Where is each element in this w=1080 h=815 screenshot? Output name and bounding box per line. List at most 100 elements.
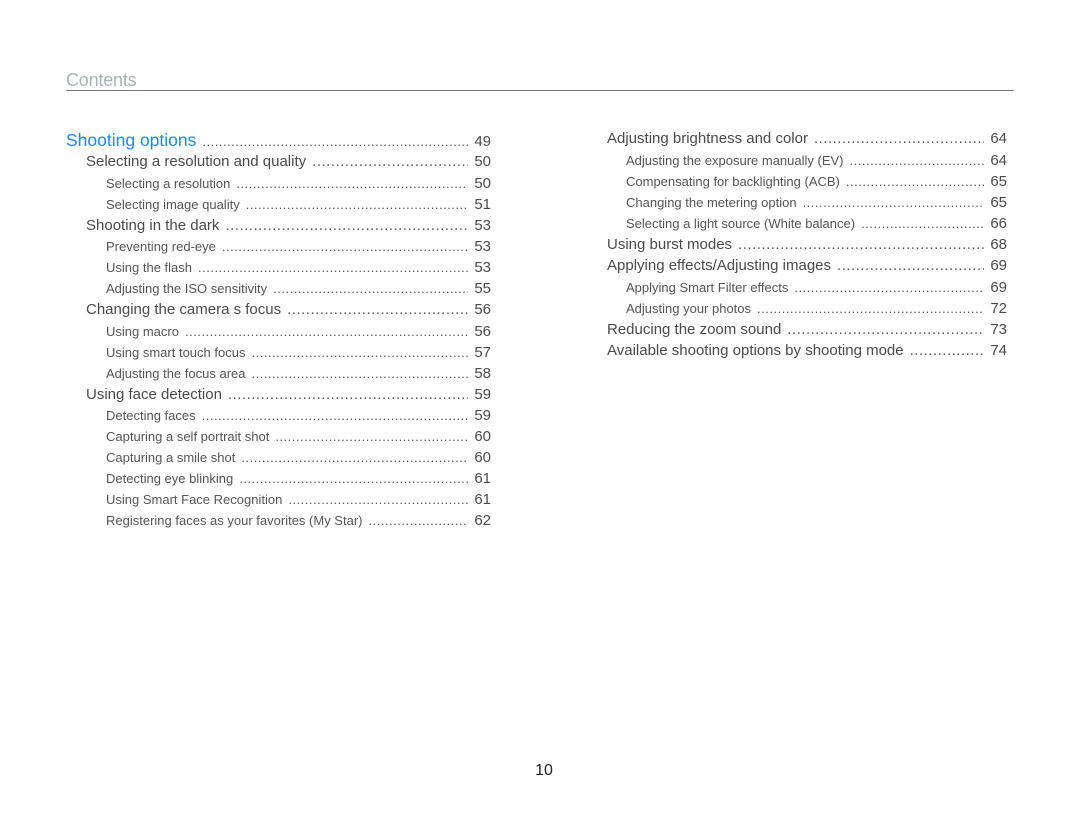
dot-leader: [803, 195, 985, 210]
toc-entry[interactable]: Shooting options 49: [66, 130, 491, 153]
dot-leader: [837, 257, 984, 274]
toc-entry-label: Using macro: [106, 323, 179, 339]
dot-leader: [202, 408, 469, 423]
toc-entry-page: 64: [990, 151, 1007, 169]
toc-entry[interactable]: Compensating for backlighting (ACB) 65: [607, 173, 1007, 194]
toc-entry-page: 72: [990, 299, 1007, 317]
toc-entry-label: Using face detection: [86, 385, 222, 403]
dot-leader: [850, 153, 985, 168]
toc-entry-label: Changing the camera s focus: [86, 301, 282, 318]
toc-entry[interactable]: Adjusting your photos 72: [607, 300, 1007, 321]
toc-entry[interactable]: Selecting image quality 51: [66, 196, 491, 217]
toc-entry-label: Capturing a smile shot: [106, 450, 236, 465]
toc-entry[interactable]: Using macro 56: [66, 323, 491, 344]
dot-leader: [228, 386, 468, 403]
dot-leader: [202, 134, 468, 149]
toc-entry-page: 56: [474, 322, 491, 340]
page-number: 10: [535, 762, 553, 779]
toc-entry[interactable]: Adjusting brightness and color 64: [607, 130, 1007, 152]
toc-entry-label: Selecting a resolution and quality: [86, 153, 307, 170]
toc-entry[interactable]: Applying Smart Filter effects 69: [607, 279, 1007, 300]
toc-entry-page: 49: [474, 133, 491, 150]
title-divider: [66, 90, 1014, 91]
toc-entry-page: 65: [990, 193, 1007, 211]
page-title: Contents: [66, 70, 137, 90]
dot-leader: [794, 280, 984, 295]
toc-entry-label: Adjusting brightness and color: [607, 130, 808, 147]
toc-entry-label: Detecting eye blinking: [106, 471, 234, 486]
dot-leader: [368, 513, 468, 528]
toc-entry-label: Applying Smart Filter effects: [626, 279, 789, 295]
toc-entry-label: Using burst modes: [607, 235, 733, 253]
toc-entry-page: 65: [990, 172, 1007, 190]
toc-entry[interactable]: Capturing a smile shot 60: [66, 449, 491, 470]
dot-leader: [241, 450, 468, 465]
toc-entry-label: Available shooting options by shooting m…: [607, 342, 904, 359]
toc-entry-page: 74: [990, 342, 1007, 359]
toc-entry[interactable]: Reducing the zoom sound 73: [607, 321, 1007, 343]
toc-entry[interactable]: Changing the metering option 65: [607, 194, 1007, 215]
toc-entry-label: Shooting in the dark: [86, 216, 220, 234]
toc-entry-label: Preventing red-eye: [106, 239, 216, 254]
toc-entry-page: 73: [990, 320, 1007, 338]
dot-leader: [273, 281, 468, 296]
dot-leader: [287, 301, 468, 318]
dot-leader: [251, 366, 468, 381]
dot-leader: [222, 239, 468, 254]
toc-entry-page: 50: [474, 174, 491, 192]
dot-leader: [251, 345, 468, 360]
toc-entry[interactable]: Changing the camera s focus 56: [66, 301, 491, 323]
toc-entry[interactable]: Selecting a resolution 50: [66, 175, 491, 196]
dot-leader: [239, 471, 468, 486]
toc-entry-page: 57: [474, 343, 491, 361]
toc-entry-label: Selecting a light source (White balance): [626, 215, 856, 231]
toc-entry[interactable]: Adjusting the ISO sensitivity 55: [66, 280, 491, 301]
toc-entry[interactable]: Adjusting the exposure manually (EV) 64: [607, 152, 1007, 173]
toc-entry-label: Reducing the zoom sound: [607, 320, 782, 338]
toc-entry-label: Using smart touch focus: [106, 344, 246, 360]
toc-entry[interactable]: Detecting eye blinking 61: [66, 470, 491, 491]
toc-entry-page: 61: [474, 470, 491, 487]
toc-entry[interactable]: Using the flash 53: [66, 259, 491, 280]
toc-entry-page: 60: [474, 449, 491, 466]
toc-entry-label: Registering faces as your favorites (My …: [106, 513, 363, 528]
toc-entry-page: 64: [990, 130, 1007, 147]
toc-entry-page: 58: [474, 364, 491, 382]
toc-entry-label: Selecting image quality: [106, 196, 240, 212]
dot-leader: [846, 174, 984, 189]
toc-entry-page: 55: [474, 280, 491, 297]
toc-entry[interactable]: Preventing red-eye 53: [66, 238, 491, 259]
toc-entry[interactable]: Adjusting the focus area 58: [66, 365, 491, 386]
toc-entry-label: Adjusting the exposure manually (EV): [626, 152, 844, 168]
dot-leader: [198, 260, 468, 275]
toc-entry-page: 56: [474, 301, 491, 318]
dot-leader: [288, 492, 468, 507]
toc-right-column: Adjusting brightness and color64Adjustin…: [607, 130, 1007, 364]
toc-entry-page: 68: [990, 235, 1007, 253]
toc-entry[interactable]: Detecting faces 59: [66, 407, 491, 428]
toc-entry-page: 59: [474, 407, 491, 424]
dot-leader: [861, 216, 984, 231]
dot-leader: [910, 342, 985, 359]
toc-entry-page: 53: [474, 238, 491, 255]
dot-leader: [246, 197, 469, 212]
toc-entry[interactable]: Capturing a self portrait shot 60: [66, 428, 491, 449]
toc-entry[interactable]: Selecting a resolution and quality 50: [66, 153, 491, 175]
toc-entry[interactable]: Using burst modes 68: [607, 236, 1007, 258]
toc-entry[interactable]: Using Smart Face Recognition 61: [66, 491, 491, 512]
toc-entry[interactable]: Using smart touch focus 57: [66, 344, 491, 365]
toc-entry-page: 69: [990, 278, 1007, 296]
toc-entry-label: Applying effects/Adjusting images: [607, 257, 832, 274]
toc-entry[interactable]: Registering faces as your favorites (My …: [66, 512, 491, 533]
toc-entry[interactable]: Applying effects/Adjusting images 69: [607, 257, 1007, 279]
dot-leader: [225, 217, 468, 234]
toc-entry[interactable]: Selecting a light source (White balance)…: [607, 215, 1007, 236]
toc-entry[interactable]: Shooting in the dark 53: [66, 217, 491, 239]
toc-entry-label: Selecting a resolution: [106, 175, 231, 191]
toc-entry-page: 66: [990, 214, 1007, 232]
toc-entry-label: Shooting options: [66, 130, 197, 150]
toc-entry-label: Adjusting your photos: [626, 300, 752, 316]
toc-entry[interactable]: Available shooting options by shooting m…: [607, 342, 1007, 364]
toc-entry[interactable]: Using face detection 59: [66, 386, 491, 408]
dot-leader: [312, 153, 468, 170]
